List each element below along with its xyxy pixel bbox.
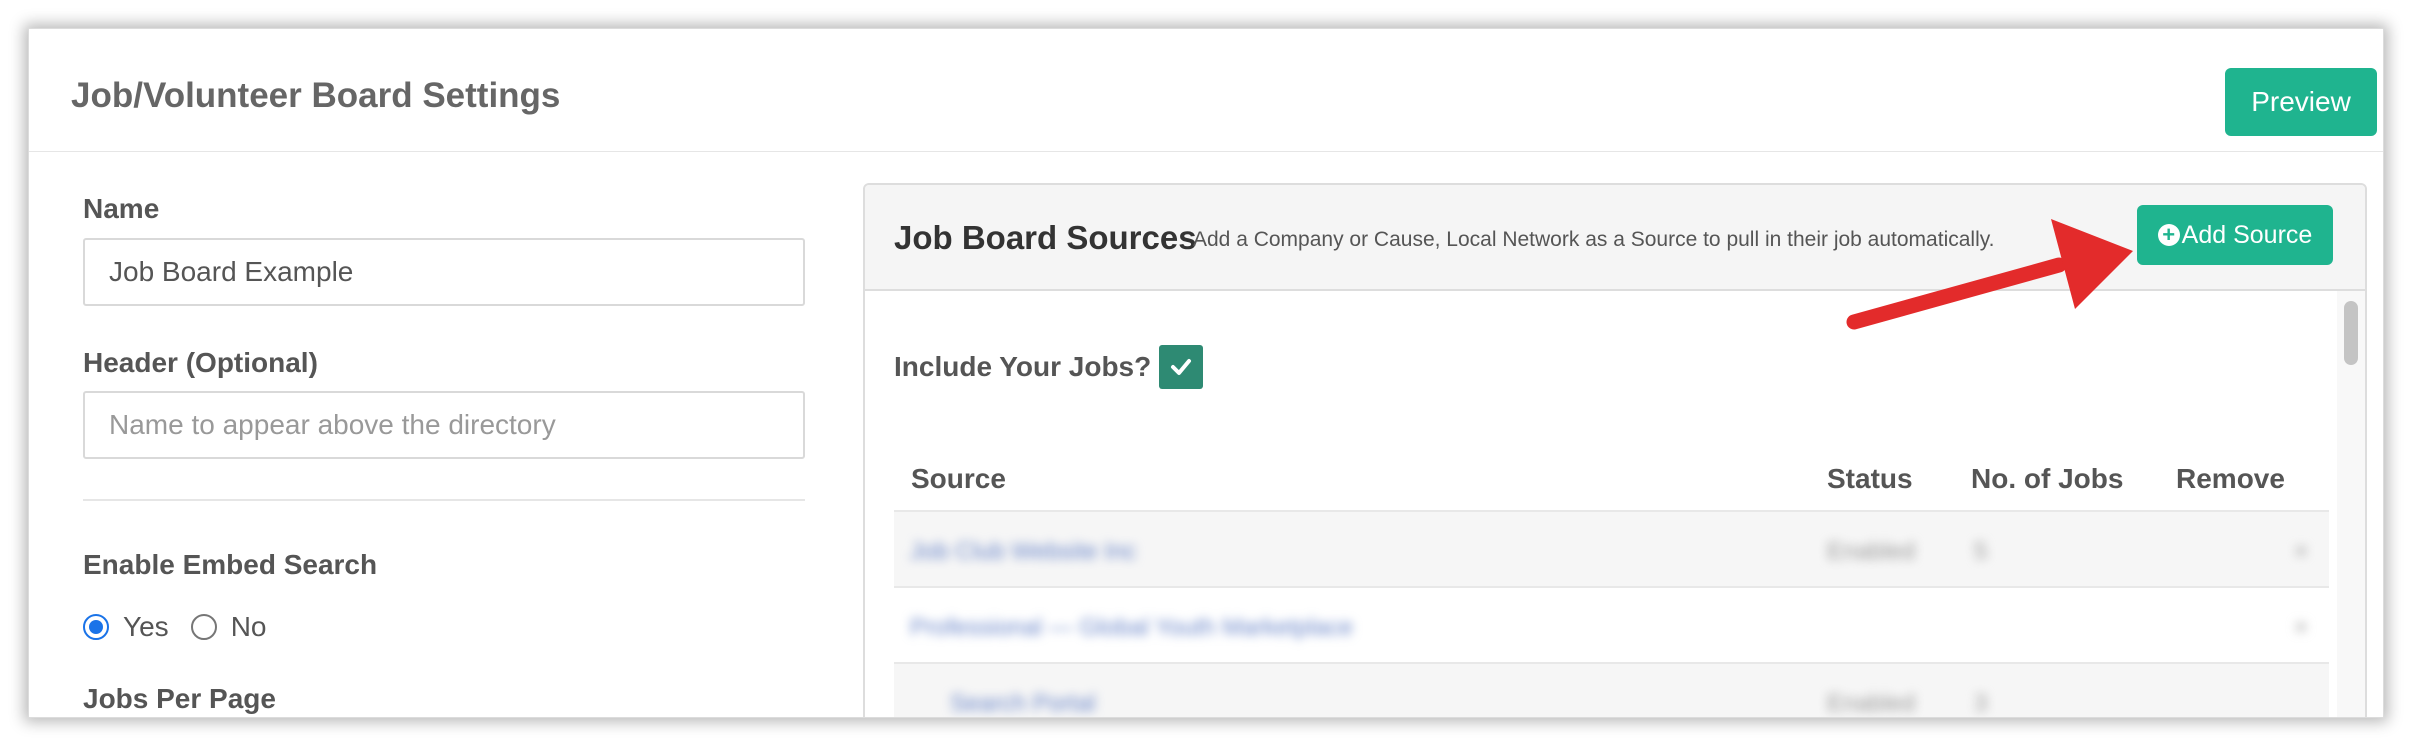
column-header-remove: Remove — [2176, 463, 2285, 494]
scrollbar-thumb[interactable] — [2344, 301, 2358, 365]
preview-button[interactable]: Preview — [2225, 68, 2377, 136]
panel-subtitle: Add a Company or Cause, Local Network as… — [1193, 228, 1995, 251]
jobs-count: 3 — [1974, 690, 1988, 717]
embed-yes-radio[interactable] — [83, 614, 109, 640]
add-source-label: Add Source — [2181, 220, 2313, 249]
column-header-source: Source — [911, 463, 1006, 494]
add-source-button[interactable]: + Add Source — [2137, 205, 2333, 265]
plus-circle-icon: + — [2157, 224, 2180, 246]
jobs-count: 5 — [1974, 538, 1988, 565]
embed-no-radio[interactable] — [190, 614, 217, 640]
embed-search-radio-group: Yes No — [83, 607, 288, 647]
name-label: Name — [83, 193, 160, 224]
page-title: Job/Volunteer Board Settings — [71, 76, 561, 115]
column-header-status: Status — [1827, 463, 1913, 494]
job-board-sources-panel: Job Board Sources Add a Company or Cause… — [863, 183, 2367, 717]
include-jobs-checkbox[interactable] — [1159, 345, 1204, 389]
status-text: Enabled — [1827, 690, 1916, 717]
source-link[interactable]: Professional — Global Youth Marketplace — [910, 614, 1353, 642]
column-header-jobs: No. of Jobs — [1971, 463, 2124, 494]
include-jobs-label: Include Your Jobs? — [894, 351, 1152, 382]
remove-icon[interactable]: × — [2294, 614, 2308, 642]
table-row: Professional — Global Youth Marketplace … — [894, 586, 2329, 662]
name-input[interactable] — [83, 238, 805, 306]
embed-search-label: Enable Embed Search — [83, 549, 378, 580]
settings-window: Job/Volunteer Board Settings Preview Nam… — [28, 28, 2384, 718]
checkmark-icon — [1171, 359, 1192, 375]
jobs-per-page-label: Jobs Per Page — [83, 683, 276, 714]
header-label: Header (Optional) — [83, 347, 318, 378]
table-row: Job Club Website Inc Enabled 5 × — [894, 510, 2329, 586]
panel-header: Job Board Sources Add a Company or Cause… — [865, 185, 2365, 291]
panel-title: Job Board Sources — [894, 219, 1197, 256]
page-header: Job/Volunteer Board Settings Preview — [29, 29, 2383, 152]
embed-no-label: No — [230, 611, 267, 642]
source-link[interactable]: Search Portal — [950, 690, 1095, 717]
table-row: Search Portal Enabled 3 — [894, 662, 2329, 717]
remove-icon[interactable]: × — [2294, 538, 2308, 566]
include-jobs-row: Include Your Jobs? — [894, 345, 1204, 389]
form-divider — [83, 499, 805, 501]
embed-yes-label: Yes — [123, 611, 169, 642]
source-link[interactable]: Job Club Website Inc — [910, 538, 1136, 566]
header-input[interactable] — [83, 391, 805, 459]
status-text: Enabled — [1827, 538, 1916, 565]
